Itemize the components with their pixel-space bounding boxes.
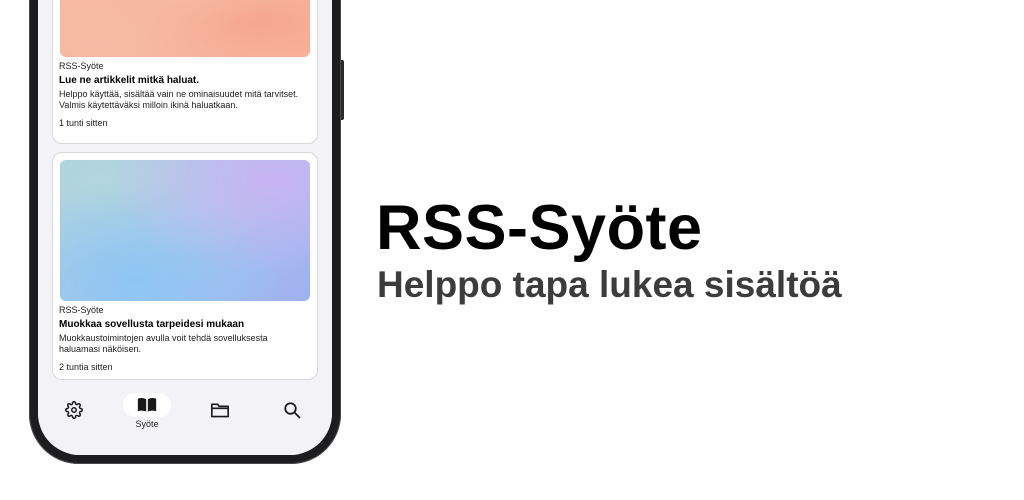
article-title: Lue ne artikkelit mitkä haluat. xyxy=(59,75,200,86)
feed-card[interactable]: RSS-Syöte Muokkaa sovellusta tarpeidesi … xyxy=(52,152,318,380)
search-icon xyxy=(284,402,301,419)
article-timestamp: 1 tunti sitten xyxy=(59,118,108,128)
nav-icon-container xyxy=(123,393,171,417)
nav-folders[interactable] xyxy=(190,392,250,442)
nav-icon-container xyxy=(196,398,244,422)
article-summary: Muokkaustoimintojen avulla voit tehdä so… xyxy=(59,333,268,354)
article-title: Muokkaa sovellusta tarpeidesi mukaan xyxy=(59,319,245,330)
article-source: RSS-Syöte xyxy=(59,61,104,71)
feed-card[interactable]: RSS-Syöte Lue ne artikkelit mitkä haluat… xyxy=(52,0,318,144)
phone-screen: RSS-Syöte Lue ne artikkelit mitkä haluat… xyxy=(38,0,332,455)
nav-feed[interactable]: Syöte xyxy=(117,387,177,437)
article-timestamp: 2 tuntia sitten xyxy=(59,362,113,372)
nav-search[interactable] xyxy=(262,392,322,442)
gear-icon xyxy=(65,401,83,419)
phone-side-button xyxy=(341,60,344,120)
nav-icon-container xyxy=(50,398,98,422)
phone-frame: RSS-Syöte Lue ne artikkelit mitkä haluat… xyxy=(29,0,344,464)
nav-settings[interactable] xyxy=(44,392,104,442)
bottom-navigation: Syöte xyxy=(38,387,332,455)
hero-title: RSS-Syöte xyxy=(376,193,703,263)
hero-subtitle: Helppo tapa lukea sisältöä xyxy=(377,264,842,305)
book-icon xyxy=(137,398,157,412)
folder-icon xyxy=(211,403,229,418)
article-summary: Helppo käyttää, sisältää vain ne ominais… xyxy=(59,89,299,110)
nav-icon-container xyxy=(268,398,316,422)
app-preview: RSS-Syöte Lue ne artikkelit mitkä haluat… xyxy=(0,0,1024,500)
nav-feed-label: Syöte xyxy=(135,419,159,429)
article-image xyxy=(60,160,310,301)
article-image xyxy=(60,0,310,57)
article-source: RSS-Syöte xyxy=(59,305,104,315)
